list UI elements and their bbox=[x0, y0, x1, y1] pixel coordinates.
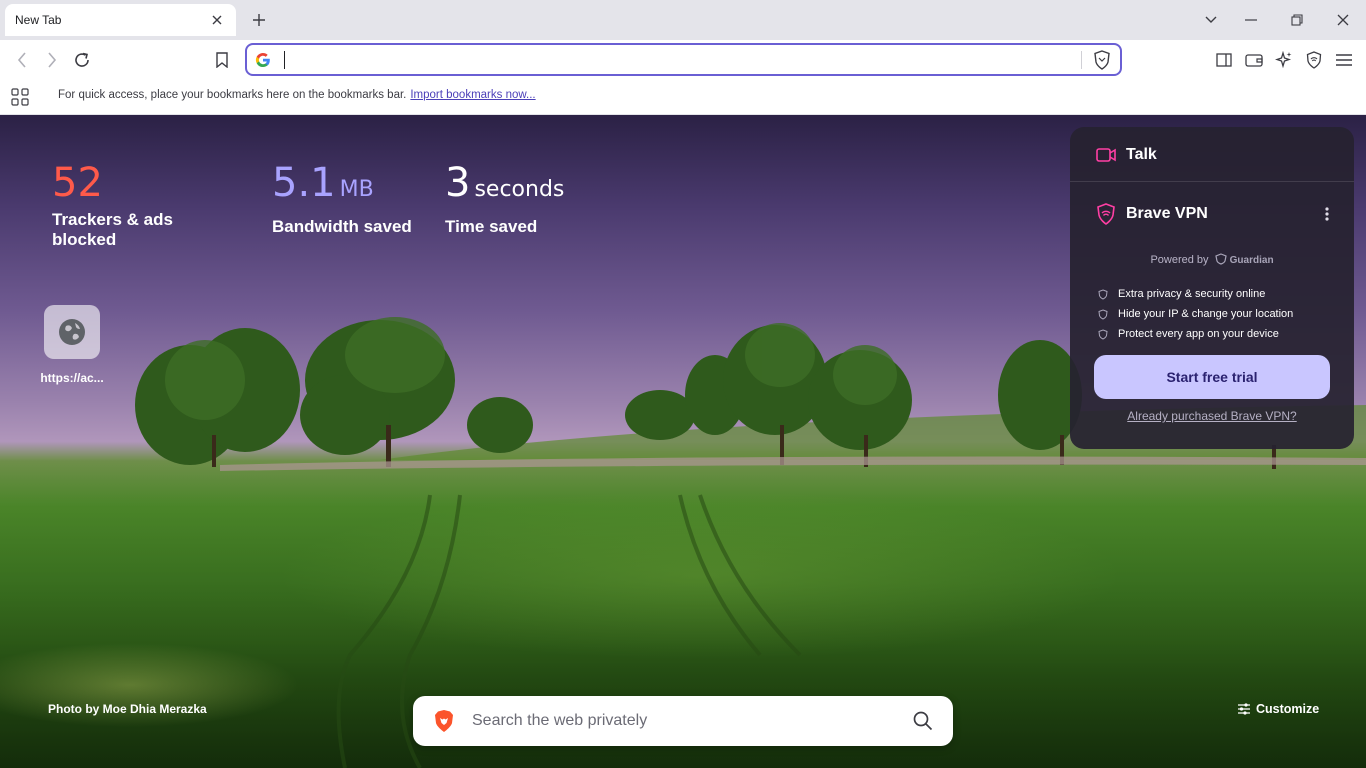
feature-item: Extra privacy & security online bbox=[1098, 284, 1293, 304]
vpn-feature-list: Extra privacy & security online Hide you… bbox=[1098, 284, 1293, 344]
bookmarks-hint: For quick access, place your bookmarks h… bbox=[58, 89, 407, 101]
google-icon bbox=[254, 51, 272, 69]
tab-new-tab[interactable]: New Tab bbox=[5, 4, 236, 36]
search-icon[interactable] bbox=[912, 710, 934, 732]
bandwidth-label: Bandwidth saved bbox=[272, 217, 412, 236]
search-placeholder: Search the web privately bbox=[472, 712, 648, 729]
time-number: 3 bbox=[445, 160, 471, 206]
close-icon[interactable] bbox=[208, 11, 226, 29]
wallet-icon[interactable] bbox=[1242, 48, 1266, 72]
vpn-shield-icon[interactable] bbox=[1302, 48, 1326, 72]
guardian-logo-icon bbox=[1214, 253, 1227, 265]
brave-lion-icon bbox=[435, 710, 453, 732]
bookmark-icon[interactable] bbox=[210, 48, 234, 72]
apps-grid-icon[interactable] bbox=[11, 88, 29, 106]
video-camera-icon bbox=[1096, 148, 1116, 162]
bookmarks-bar: For quick access, place your bookmarks h… bbox=[0, 80, 1366, 115]
trackers-count: 52 bbox=[52, 160, 103, 206]
more-options-icon[interactable] bbox=[1320, 205, 1334, 223]
shield-bullet-icon bbox=[1098, 288, 1108, 300]
search-box[interactable]: Search the web privately bbox=[413, 696, 953, 746]
globe-icon bbox=[59, 319, 85, 345]
top-site-tile[interactable]: https://ac... bbox=[38, 305, 106, 385]
bookmarks-empty-message: For quick access, place your bookmarks h… bbox=[58, 89, 536, 101]
hamburger-menu-icon[interactable] bbox=[1332, 48, 1356, 72]
top-site-favicon[interactable] bbox=[44, 305, 100, 359]
new-tab-button[interactable] bbox=[248, 9, 270, 31]
talk-card[interactable]: Talk bbox=[1096, 146, 1157, 164]
vpn-header: Brave VPN bbox=[1096, 203, 1208, 225]
customize-label: Customize bbox=[1256, 702, 1320, 716]
toolbar bbox=[0, 40, 1366, 80]
customize-button[interactable]: Customize bbox=[1238, 702, 1319, 716]
talk-label: Talk bbox=[1126, 146, 1157, 163]
stat-trackers: 52 Trackers & ads blocked bbox=[52, 160, 240, 250]
shield-bullet-icon bbox=[1098, 308, 1108, 320]
leo-ai-icon[interactable] bbox=[1272, 48, 1296, 72]
shield-bullet-icon bbox=[1098, 328, 1108, 340]
vpn-label: Brave VPN bbox=[1126, 205, 1208, 222]
top-site-label: https://ac... bbox=[40, 371, 104, 385]
feature-item: Hide your IP & change your location bbox=[1098, 304, 1293, 324]
powered-by-label: Powered by bbox=[1150, 254, 1209, 266]
feature-text: Protect every app on your device bbox=[1118, 328, 1279, 340]
time-value: 3 seconds bbox=[445, 160, 564, 213]
import-bookmarks-link[interactable]: Import bookmarks now... bbox=[410, 89, 535, 101]
bandwidth-unit: MB bbox=[339, 177, 374, 202]
restore-icon[interactable] bbox=[1285, 8, 1309, 32]
sidebar-toggle-icon[interactable] bbox=[1212, 48, 1236, 72]
reload-icon[interactable] bbox=[70, 48, 94, 72]
sliders-icon bbox=[1238, 703, 1250, 715]
stat-time: 3 seconds Time saved bbox=[445, 160, 564, 250]
time-label: Time saved bbox=[445, 217, 538, 236]
tab-strip: New Tab bbox=[0, 0, 1366, 40]
powered-by: Powered by Guardian bbox=[1070, 253, 1354, 266]
start-free-trial-button[interactable]: Start free trial bbox=[1094, 355, 1330, 399]
trackers-label: Trackers & ads blocked bbox=[52, 210, 173, 249]
feature-text: Extra privacy & security online bbox=[1118, 288, 1266, 300]
omnibox-divider bbox=[1081, 51, 1082, 69]
minimize-icon[interactable] bbox=[1239, 8, 1263, 32]
vpn-talk-widget: Talk Brave VPN Powered by Guardian Extra… bbox=[1070, 127, 1354, 449]
time-unit: seconds bbox=[474, 177, 565, 202]
already-purchased-link[interactable]: Already purchased Brave VPN? bbox=[1070, 409, 1354, 423]
bandwidth-value: 5.1 MB bbox=[272, 160, 413, 213]
bandwidth-number: 5.1 bbox=[272, 160, 336, 206]
widget-divider bbox=[1070, 181, 1354, 182]
vpn-shield-icon bbox=[1097, 203, 1115, 225]
brave-shields-icon[interactable] bbox=[1091, 49, 1113, 71]
back-arrow-icon[interactable] bbox=[10, 48, 34, 72]
close-window-icon[interactable] bbox=[1331, 8, 1355, 32]
feature-item: Protect every app on your device bbox=[1098, 324, 1293, 344]
forward-arrow-icon[interactable] bbox=[40, 48, 64, 72]
new-tab-page: 52 Trackers & ads blocked 5.1 MB Bandwidt… bbox=[0, 115, 1366, 768]
feature-text: Hide your IP & change your location bbox=[1118, 308, 1294, 320]
brave-stats: 52 Trackers & ads blocked 5.1 MB Bandwidt… bbox=[52, 160, 596, 250]
stat-bandwidth: 5.1 MB Bandwidth saved bbox=[272, 160, 413, 250]
tab-title: New Tab bbox=[15, 13, 62, 27]
tab-search-chevron-icon[interactable] bbox=[1199, 8, 1223, 32]
address-bar[interactable] bbox=[245, 43, 1122, 76]
text-cursor bbox=[284, 51, 285, 69]
photo-credit[interactable]: Photo by Moe Dhia Merazka bbox=[48, 702, 207, 716]
guardian-brand: Guardian bbox=[1229, 255, 1274, 266]
